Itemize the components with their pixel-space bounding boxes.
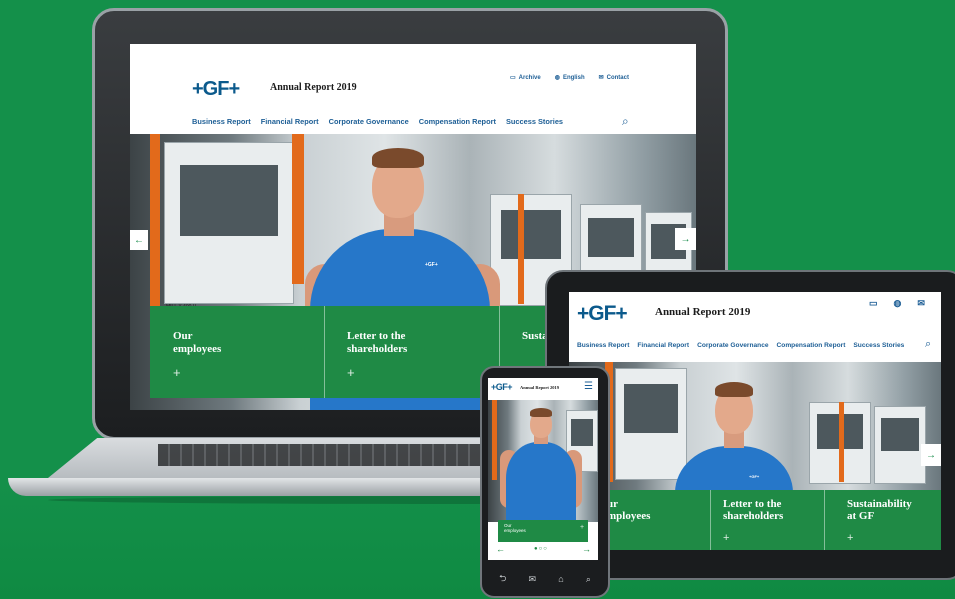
archive-link[interactable]: ▭ Archive [510, 74, 541, 82]
report-title: Annual Report 2019 [655, 306, 751, 318]
back-icon[interactable]: ⮌ [499, 571, 506, 587]
utility-icons: ▭ ◍ ✉ [869, 298, 925, 309]
nav-compensation-report[interactable]: Compensation Report [777, 342, 846, 349]
hero-image [488, 400, 598, 522]
globe-icon[interactable]: ◍ [894, 298, 902, 309]
phone-website: +GF+ Annual Report 2019 ☰ Our employees +… [488, 378, 598, 560]
machine [164, 142, 294, 304]
machine-frame [150, 134, 160, 314]
next-arrow[interactable]: → [675, 228, 696, 250]
tile-our-employees[interactable]: Our employees + [150, 306, 325, 398]
folder-icon: ▭ [510, 75, 516, 81]
nav-financial-report[interactable]: Financial Report [637, 342, 689, 349]
language-link[interactable]: ◍ English [554, 74, 585, 82]
main-nav: Business Report Financial Report Corpora… [192, 117, 563, 126]
plus-icon: + [723, 532, 730, 544]
plus-icon: + [173, 365, 181, 380]
contact-link[interactable]: ✉ Contact [598, 74, 629, 82]
nav-success-stories[interactable]: Success Stories [506, 117, 563, 126]
tile-our-employees[interactable]: ur mployees [599, 490, 711, 550]
tablet-website: +GF+ Annual Report 2019 ▭ ◍ ✉ Business R… [569, 292, 941, 550]
tile-our-employees[interactable]: Our employees + [498, 520, 588, 542]
nav-financial-report[interactable]: Financial Report [261, 117, 319, 126]
phone-system-bar: ⮌ ✉ ⌂ ⌕ [488, 568, 602, 590]
gf-logo[interactable]: +GF+ [192, 78, 240, 101]
mail-icon[interactable]: ✉ [917, 298, 925, 309]
nav-business-report[interactable]: Business Report [192, 117, 251, 126]
nav-compensation-report[interactable]: Compensation Report [419, 117, 496, 126]
tile-letter-to-shareholders[interactable]: Letter to the shareholders + [711, 490, 825, 550]
gf-logo[interactable]: +GF+ [491, 382, 513, 392]
machine-frame [518, 194, 524, 304]
main-nav: Business Report Financial Report Corpora… [577, 342, 904, 349]
machine-frame [839, 402, 844, 482]
machine-frame [492, 400, 497, 480]
machine [874, 406, 926, 484]
tile-letter-to-shareholders[interactable]: Letter to the shareholders + [325, 306, 500, 398]
nav-corporate-governance[interactable]: Corporate Governance [329, 117, 409, 126]
search-icon[interactable]: ⌕ [622, 114, 629, 129]
search-icon[interactable]: ⌕ [586, 574, 591, 585]
report-title: Annual Report 2019 [270, 82, 357, 93]
utility-links: ▭ Archive ◍ English ✉ Contact [510, 74, 629, 82]
next-arrow[interactable]: → [921, 444, 941, 466]
folder-icon[interactable]: ▭ [869, 298, 878, 309]
teaser-tile[interactable]: Our employees + [498, 520, 588, 542]
globe-icon: ◍ [554, 75, 560, 81]
shirt-logo: +GF+ [749, 474, 760, 479]
plus-icon: + [847, 532, 854, 544]
prev-arrow[interactable]: ← [496, 544, 505, 554]
tile-sustainability[interactable]: Sustainability at GF + [825, 490, 941, 550]
gf-logo[interactable]: +GF+ [577, 302, 628, 326]
slider-dots[interactable]: ●○○ [534, 546, 548, 552]
mail-icon[interactable]: ✉ [529, 574, 537, 585]
next-arrow[interactable]: → [582, 544, 591, 554]
plus-icon: + [347, 365, 355, 380]
shirt-logo: +GF+ [425, 262, 438, 268]
menu-icon[interactable]: ☰ [584, 381, 593, 392]
mail-icon: ✉ [598, 75, 604, 81]
nav-corporate-governance[interactable]: Corporate Governance [697, 342, 768, 349]
search-icon[interactable]: ⌕ [925, 338, 931, 351]
worker-photo [500, 406, 582, 522]
plus-icon: + [580, 524, 585, 531]
home-icon[interactable]: ⌂ [558, 574, 563, 584]
teaser-tiles: ur mployees Letter to the shareholders + S… [599, 490, 941, 550]
nav-business-report[interactable]: Business Report [577, 342, 629, 349]
report-title: Annual Report 2019 [520, 385, 560, 390]
nav-success-stories[interactable]: Success Stories [853, 342, 904, 349]
prev-arrow[interactable]: ← [130, 230, 148, 250]
